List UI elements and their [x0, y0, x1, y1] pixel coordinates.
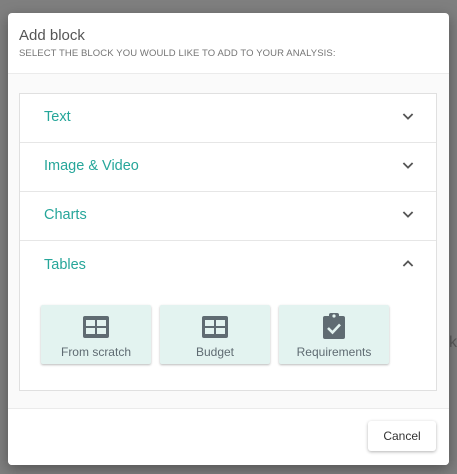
accordion-section-charts[interactable]: Charts [20, 192, 436, 241]
background-partial-text: k [449, 334, 457, 351]
dialog-subtitle: SELECT THE BLOCK YOU WOULD LIKE TO ADD T… [19, 48, 336, 59]
tile-label: From scratch [60, 345, 131, 359]
accordion-header-tables[interactable]: Tables [20, 241, 436, 297]
accordion-section-text[interactable]: Text [20, 94, 436, 143]
dialog-header: Add block SELECT THE BLOCK YOU WOULD LIK… [8, 13, 449, 74]
tile-requirements[interactable]: Requirements [279, 305, 389, 364]
accordion-label-image-video: Image & Video [44, 158, 139, 174]
accordion-section-tables: Tables From scratch Budget Requirements [20, 241, 436, 390]
chevron-down-icon [402, 113, 414, 120]
accordion-label-charts: Charts [44, 207, 87, 223]
tile-label: Requirements [296, 345, 372, 359]
accordion-label-text: Text [44, 109, 71, 125]
accordion-label-tables: Tables [44, 257, 86, 273]
clipboard-check-icon [279, 313, 389, 340]
tile-from-scratch[interactable]: From scratch [41, 305, 151, 364]
table-icon [160, 316, 270, 340]
tile-label: Budget [195, 345, 235, 359]
block-type-accordion: Text Image & Video Charts Tables From sc… [19, 93, 437, 391]
add-block-dialog: Add block SELECT THE BLOCK YOU WOULD LIK… [8, 13, 449, 465]
accordion-section-image-video[interactable]: Image & Video [20, 143, 436, 192]
dialog-body: Text Image & Video Charts Tables From sc… [8, 74, 449, 408]
table-icon [41, 316, 151, 340]
chevron-down-icon [402, 211, 414, 218]
chevron-up-icon [402, 260, 414, 267]
dialog-title: Add block [19, 27, 85, 44]
cancel-button[interactable]: Cancel [368, 421, 436, 451]
dialog-footer: Cancel [8, 408, 449, 465]
chevron-down-icon [402, 162, 414, 169]
tile-budget[interactable]: Budget [160, 305, 270, 364]
